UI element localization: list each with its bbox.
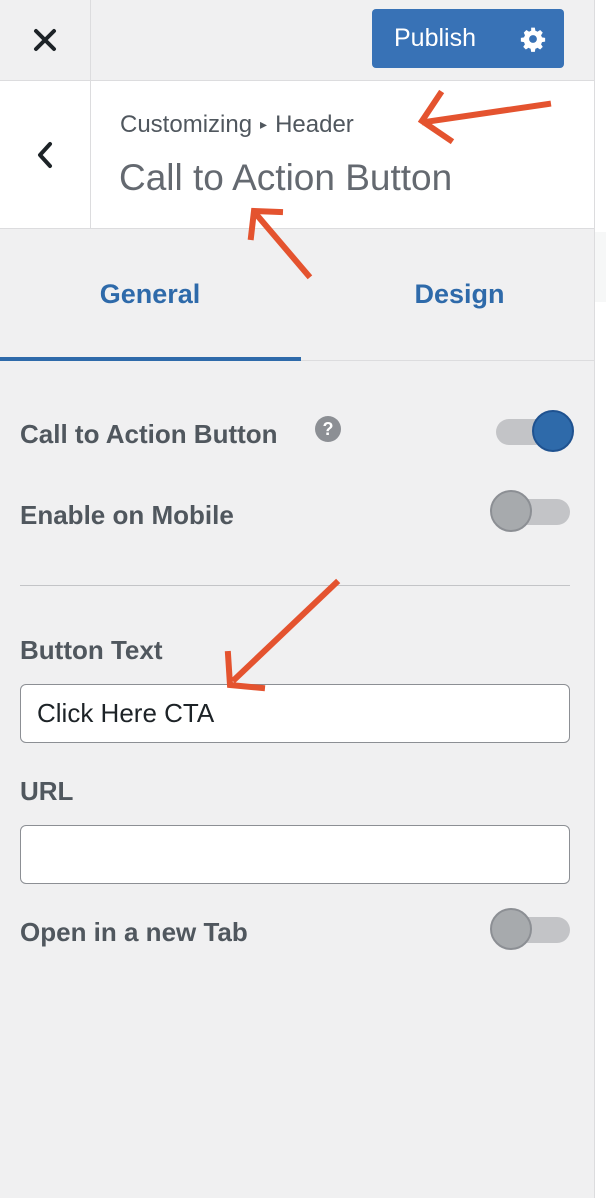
breadcrumb: Customizing ▸ Header <box>120 111 354 139</box>
mobile-toggle-label: Enable on Mobile <box>20 500 234 530</box>
mobile-toggle-knob <box>490 490 532 532</box>
new-tab-toggle-knob <box>490 908 532 950</box>
section-title: Call to Action Button <box>119 157 453 198</box>
breadcrumb-separator: ▸ <box>260 116 268 132</box>
section-divider <box>20 585 570 586</box>
publish-button-group: Publish <box>372 9 564 68</box>
close-icon <box>34 29 56 51</box>
tab-design[interactable]: Design <box>312 229 606 360</box>
new-tab-toggle-label: Open in a new Tab <box>20 917 248 947</box>
help-icon[interactable]: ? <box>315 416 341 442</box>
cta-toggle-knob <box>532 410 574 452</box>
chevron-left-icon <box>38 141 52 168</box>
publish-settings-button[interactable] <box>502 9 564 68</box>
tab-bar: General Design <box>0 229 594 361</box>
active-tab-indicator <box>0 357 301 361</box>
breadcrumb-root: Customizing <box>120 111 253 138</box>
section-header: Customizing ▸ Header Call to Action Button <box>0 81 594 229</box>
cta-toggle-label: Call to Action Button <box>20 419 278 449</box>
new-tab-toggle[interactable] <box>490 908 570 952</box>
preview-edge <box>595 0 606 1198</box>
button-text-input[interactable] <box>20 684 570 743</box>
close-button[interactable] <box>0 0 91 80</box>
button-text-label: Button Text <box>20 635 163 665</box>
url-input[interactable] <box>20 825 570 884</box>
url-label: URL <box>20 776 74 806</box>
publish-button[interactable]: Publish <box>372 9 502 68</box>
customizer-topbar: Publish <box>0 0 594 81</box>
breadcrumb-current: Header <box>275 111 354 138</box>
gear-icon <box>520 27 546 52</box>
tab-general[interactable]: General <box>0 229 300 360</box>
back-button[interactable] <box>0 81 91 228</box>
preview-edge-notch <box>595 232 606 302</box>
mobile-toggle[interactable] <box>490 490 570 534</box>
publish-label: Publish <box>394 24 476 52</box>
customizer-panel: Publish Customizing ▸ Header Call to Actio… <box>0 0 595 1198</box>
cta-toggle[interactable] <box>496 410 576 454</box>
